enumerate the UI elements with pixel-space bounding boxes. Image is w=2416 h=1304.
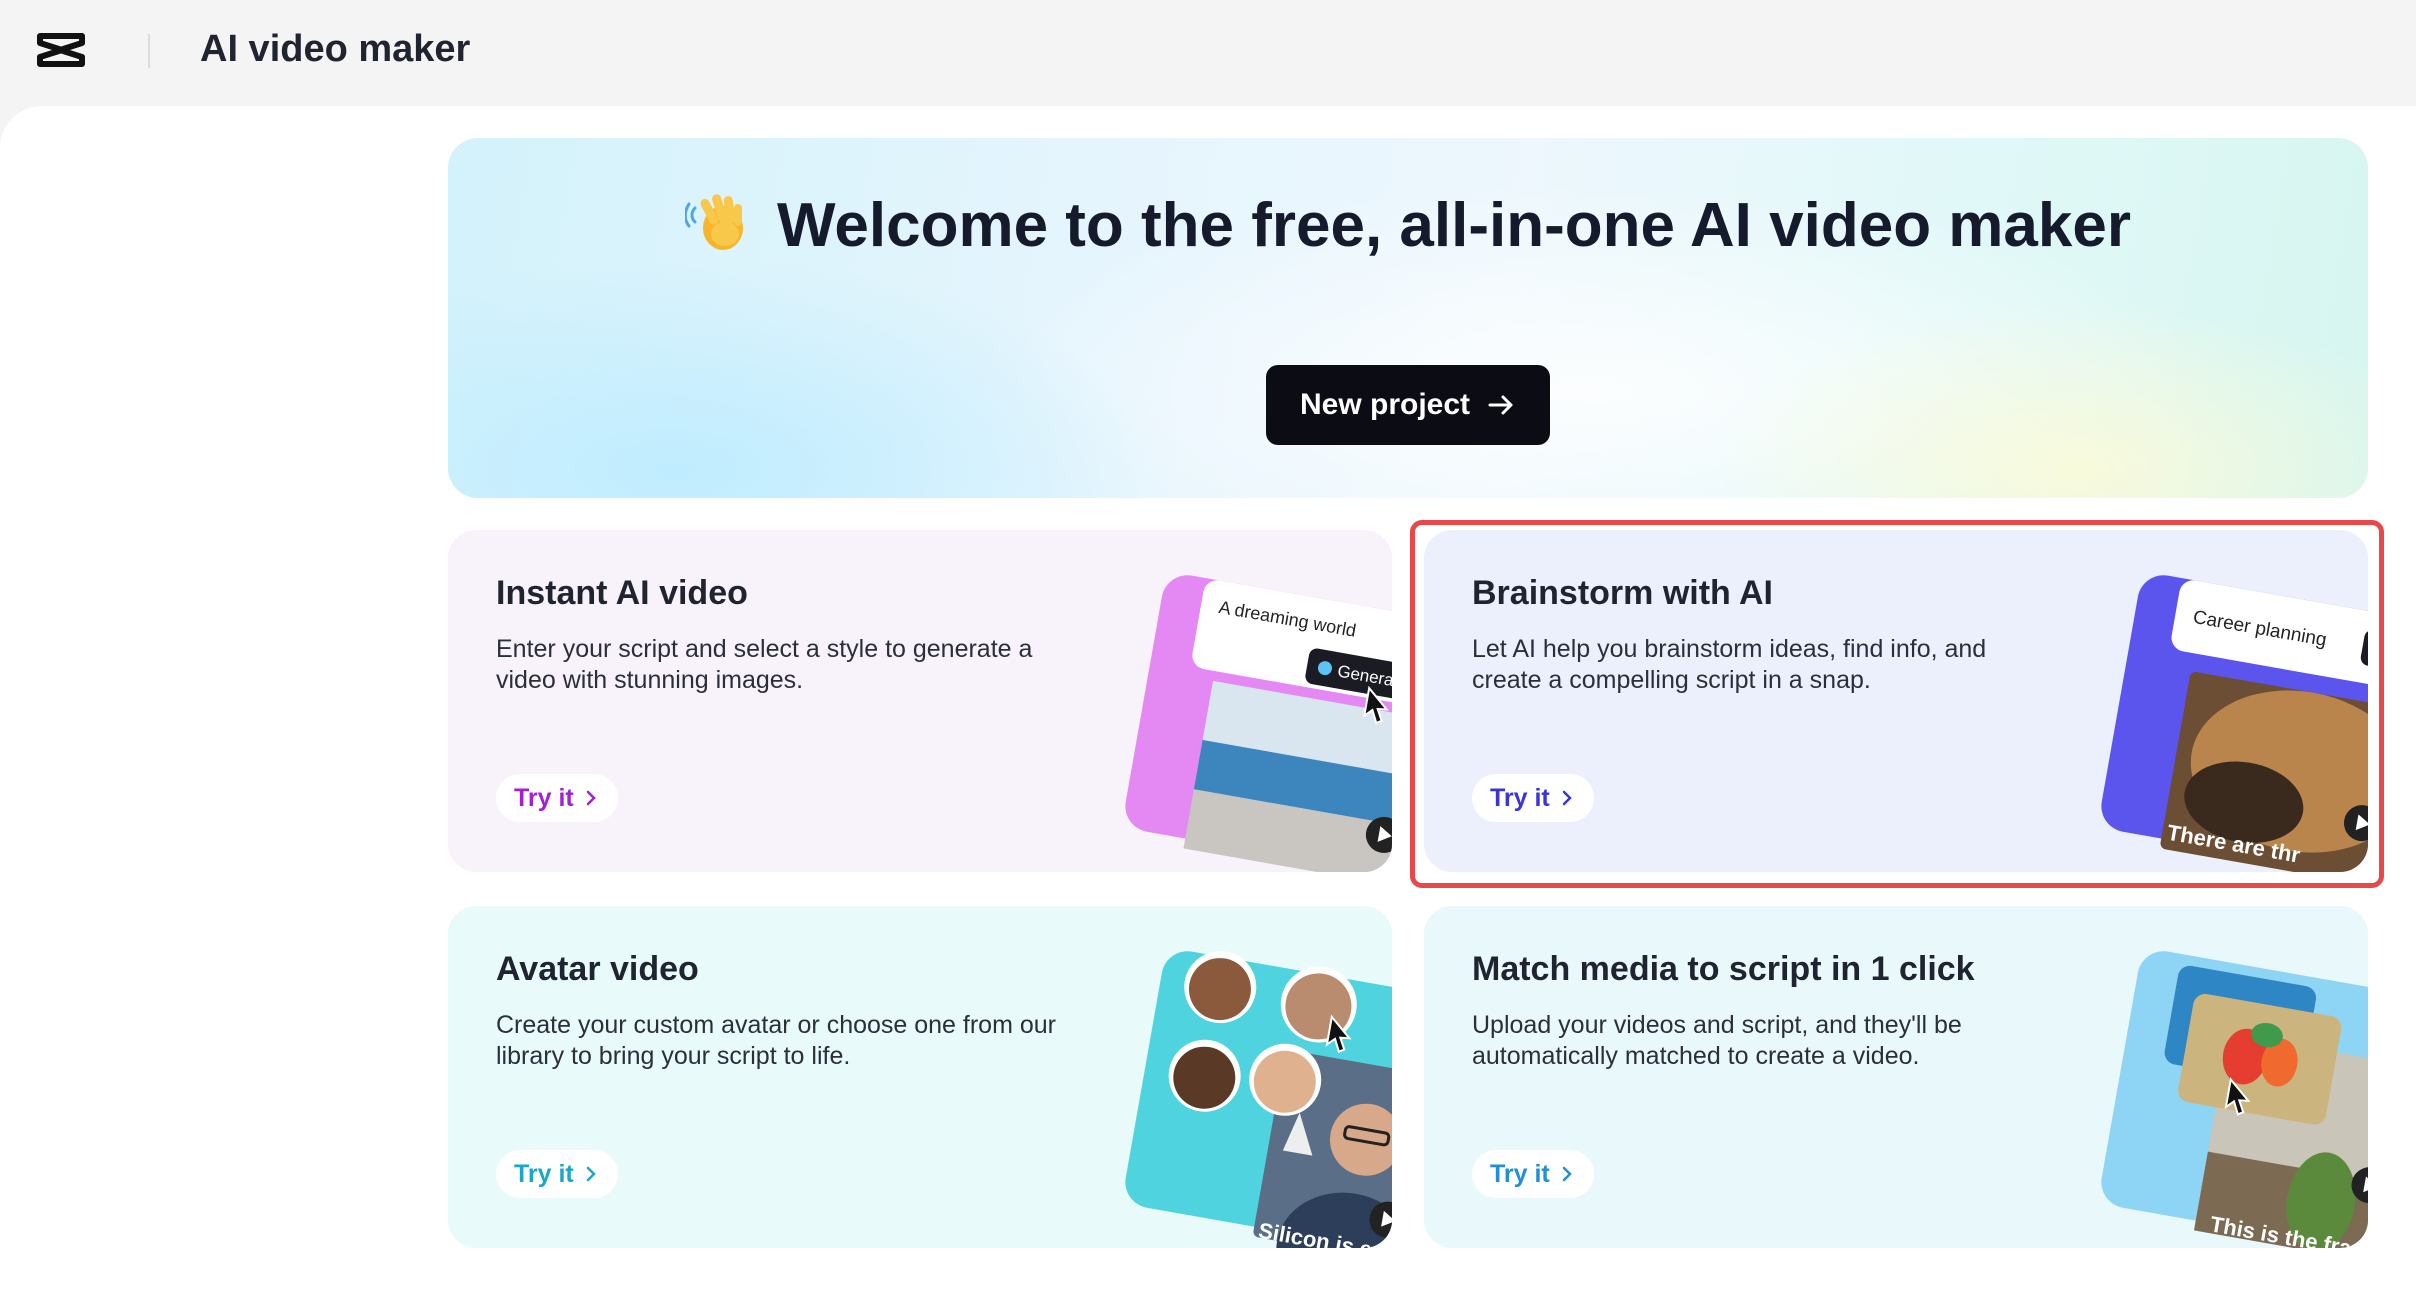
top-bar: AI video maker [0,0,2416,106]
card-description: Create your custom avatar or choose one … [496,1011,1056,1070]
header-divider [148,34,150,68]
instant-video-preview: A dreaming world Generate [1125,575,1392,872]
chevron-right-icon [1562,1166,1572,1182]
card-description: Enter your script and select a style to … [496,635,1033,694]
try-it-label: Try it [514,783,574,812]
card-title: Instant AI video [496,574,748,612]
try-it-button[interactable]: Try it [1472,1150,1594,1198]
card-avatar-video[interactable]: Avatar video Create your custom avatar o… [448,906,1392,1248]
card-match-media[interactable]: Match media to script in 1 click Upload … [1424,906,2368,1248]
try-it-button[interactable]: Try it [496,774,618,822]
chevron-right-icon [586,790,596,806]
match-media-preview: This is the fra [2101,951,2368,1248]
new-project-label: New project [1299,388,1471,421]
waving-hand-icon [684,194,743,250]
chevron-right-icon [586,1166,596,1182]
welcome-heading: Welcome to the free, all-in-one AI video… [448,188,2368,262]
card-title: Avatar video [496,950,699,988]
app-title: AI video maker [200,28,471,70]
welcome-banner: Welcome to the free, all-in-one AI video… [448,138,2368,498]
try-it-label: Try it [1490,1159,1550,1188]
highlight-box [1410,520,2384,888]
card-title: Match media to script in 1 click [1472,950,1975,988]
card-description: Upload your videos and script, and they'… [1472,1011,1962,1070]
card-instant-ai-video[interactable]: Instant AI video Enter your script and s… [448,530,1392,872]
arrow-right-icon [1488,395,1513,415]
welcome-heading-text: Welcome to the free, all-in-one AI video… [776,191,2131,260]
avatar-preview: Silicon is es [1125,951,1392,1248]
try-it-label: Try it [514,1159,574,1188]
try-it-button[interactable]: Try it [496,1150,618,1198]
capcut-logo-icon[interactable] [36,30,88,70]
new-project-button[interactable]: New project [1266,365,1550,445]
